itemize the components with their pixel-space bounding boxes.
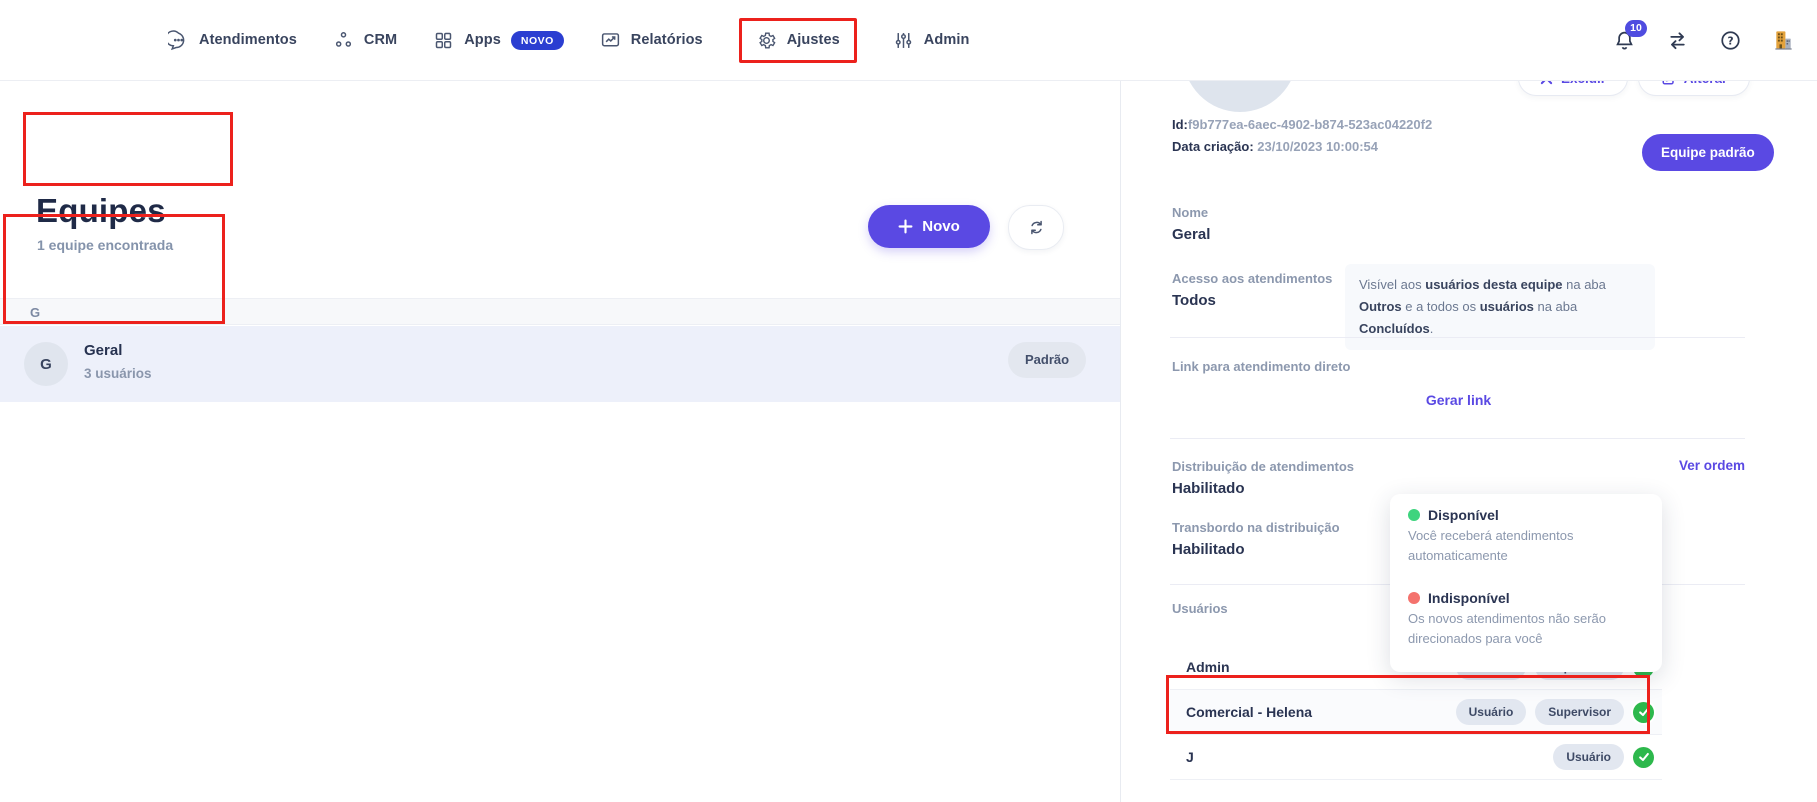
generate-link-button[interactable]: Gerar link (1172, 392, 1745, 408)
chat-icon (168, 30, 189, 51)
notifications-button[interactable]: 10 (1613, 29, 1636, 52)
user-name: J (1186, 749, 1194, 765)
ver-ordem-link[interactable]: Ver ordem (1600, 458, 1745, 473)
user-name: Admin (1186, 659, 1230, 675)
nav-ajustes[interactable]: Ajustes (739, 18, 857, 63)
crm-icon (333, 30, 354, 51)
section-divider (1170, 337, 1745, 338)
building-icon (1772, 29, 1795, 52)
gear-icon (756, 30, 777, 51)
new-team-button[interactable]: Novo (868, 205, 990, 248)
page-title: Equipes (36, 192, 166, 230)
novo-badge: NOVO (511, 31, 564, 50)
distribuicao-label: Distribuição de atendimentos (1172, 459, 1354, 474)
availability-tooltip: Disponível Você receberá atendimentos au… (1390, 494, 1662, 672)
team-name: Geral (84, 342, 122, 359)
link-label: Link para atendimento direto (1172, 359, 1350, 374)
team-created-label: Data criação: (1172, 139, 1254, 154)
swap-arrows-icon (1666, 29, 1689, 52)
active-check-icon (1633, 747, 1654, 768)
nav-apps-label: Apps (464, 32, 501, 48)
role-badge: Usuário (1553, 744, 1624, 770)
apps-grid-icon (433, 30, 454, 51)
team-id-line: Id:f9b777ea-6aec-4902-b874-523ac04220f2 (1172, 117, 1432, 132)
nav-apps[interactable]: Apps NOVO (433, 30, 564, 51)
team-created-line: Data criação: 23/10/2023 10:00:54 (1172, 139, 1378, 154)
available-desc: Você receberá atendimentos automaticamen… (1408, 526, 1638, 566)
unavailable-desc: Os novos atendimentos não serão direcion… (1408, 609, 1638, 649)
unavailable-status: Indisponível (1408, 590, 1644, 606)
acesso-label: Acesso aos atendimentos (1172, 271, 1332, 286)
role-badge: Usuário (1456, 699, 1527, 725)
app-root: Atendimentos CRM Apps NOVO (0, 0, 1817, 802)
notification-count-badge: 10 (1625, 20, 1647, 37)
nome-label: Nome (1172, 205, 1208, 220)
nome-value: Geral (1172, 226, 1210, 243)
user-name: Comercial - Helena (1186, 704, 1312, 720)
active-check-icon (1633, 702, 1654, 723)
transbordo-value: Habilitado (1172, 541, 1245, 558)
teams-panel: Equipes 1 equipe encontrada Novo G G Ger… (0, 80, 1121, 802)
distribuicao-value: Habilitado (1172, 480, 1245, 497)
unavailable-title: Indisponível (1428, 590, 1510, 606)
plus-icon (898, 219, 913, 234)
nav-crm[interactable]: CRM (333, 30, 397, 51)
available-dot-icon (1408, 509, 1420, 521)
new-team-button-label: Novo (922, 218, 960, 235)
team-avatar: G (24, 342, 68, 386)
group-letter-header: G (0, 298, 1120, 325)
help-icon: ? (1719, 29, 1742, 52)
available-status: Disponível (1408, 507, 1644, 523)
nav-relatorios-label: Relatórios (631, 32, 703, 48)
unavailable-dot-icon (1408, 592, 1420, 604)
svg-text:?: ? (1727, 35, 1733, 47)
nav-relatorios[interactable]: Relatórios (600, 30, 703, 51)
nav-atendimentos[interactable]: Atendimentos (168, 30, 297, 51)
team-list-item-geral[interactable]: G Geral 3 usuários Padrão (0, 326, 1120, 402)
organization-button[interactable] (1772, 29, 1795, 52)
team-id-value: f9b777ea-6aec-4902-b874-523ac04220f2 (1188, 117, 1432, 132)
header-actions: 10 ? (1613, 0, 1795, 80)
nav-crm-label: CRM (364, 32, 397, 48)
nav-ajustes-label: Ajustes (787, 32, 840, 48)
switch-account-button[interactable] (1666, 29, 1689, 52)
nav-admin[interactable]: Admin (893, 30, 970, 51)
user-row-comercial-helena[interactable]: Comercial - Helena Usuário Supervisor (1170, 690, 1662, 735)
page-subtitle: 1 equipe encontrada (37, 237, 173, 253)
default-team-badge: Equipe padrão (1642, 134, 1774, 171)
main-menu: Atendimentos CRM Apps NOVO (168, 0, 969, 80)
reports-icon (600, 30, 621, 51)
role-badge: Supervisor (1535, 699, 1624, 725)
nav-atendimentos-label: Atendimentos (199, 32, 297, 48)
team-created-value: 23/10/2023 10:00:54 (1257, 139, 1378, 154)
default-badge: Padrão (1008, 342, 1086, 378)
sliders-icon (893, 30, 914, 51)
team-id-label: Id: (1172, 117, 1188, 132)
nav-admin-label: Admin (924, 32, 970, 48)
usuarios-label: Usuários (1172, 601, 1228, 616)
acesso-value: Todos (1172, 292, 1216, 309)
available-title: Disponível (1428, 507, 1499, 523)
user-row-j[interactable]: J Usuário (1170, 735, 1662, 780)
refresh-icon (1027, 218, 1046, 237)
section-divider (1170, 438, 1745, 439)
top-nav: Atendimentos CRM Apps NOVO (0, 0, 1817, 81)
help-button[interactable]: ? (1719, 29, 1742, 52)
refresh-button[interactable] (1008, 205, 1064, 250)
team-user-count: 3 usuários (84, 366, 152, 381)
transbordo-label: Transbordo na distribuição (1172, 520, 1340, 535)
